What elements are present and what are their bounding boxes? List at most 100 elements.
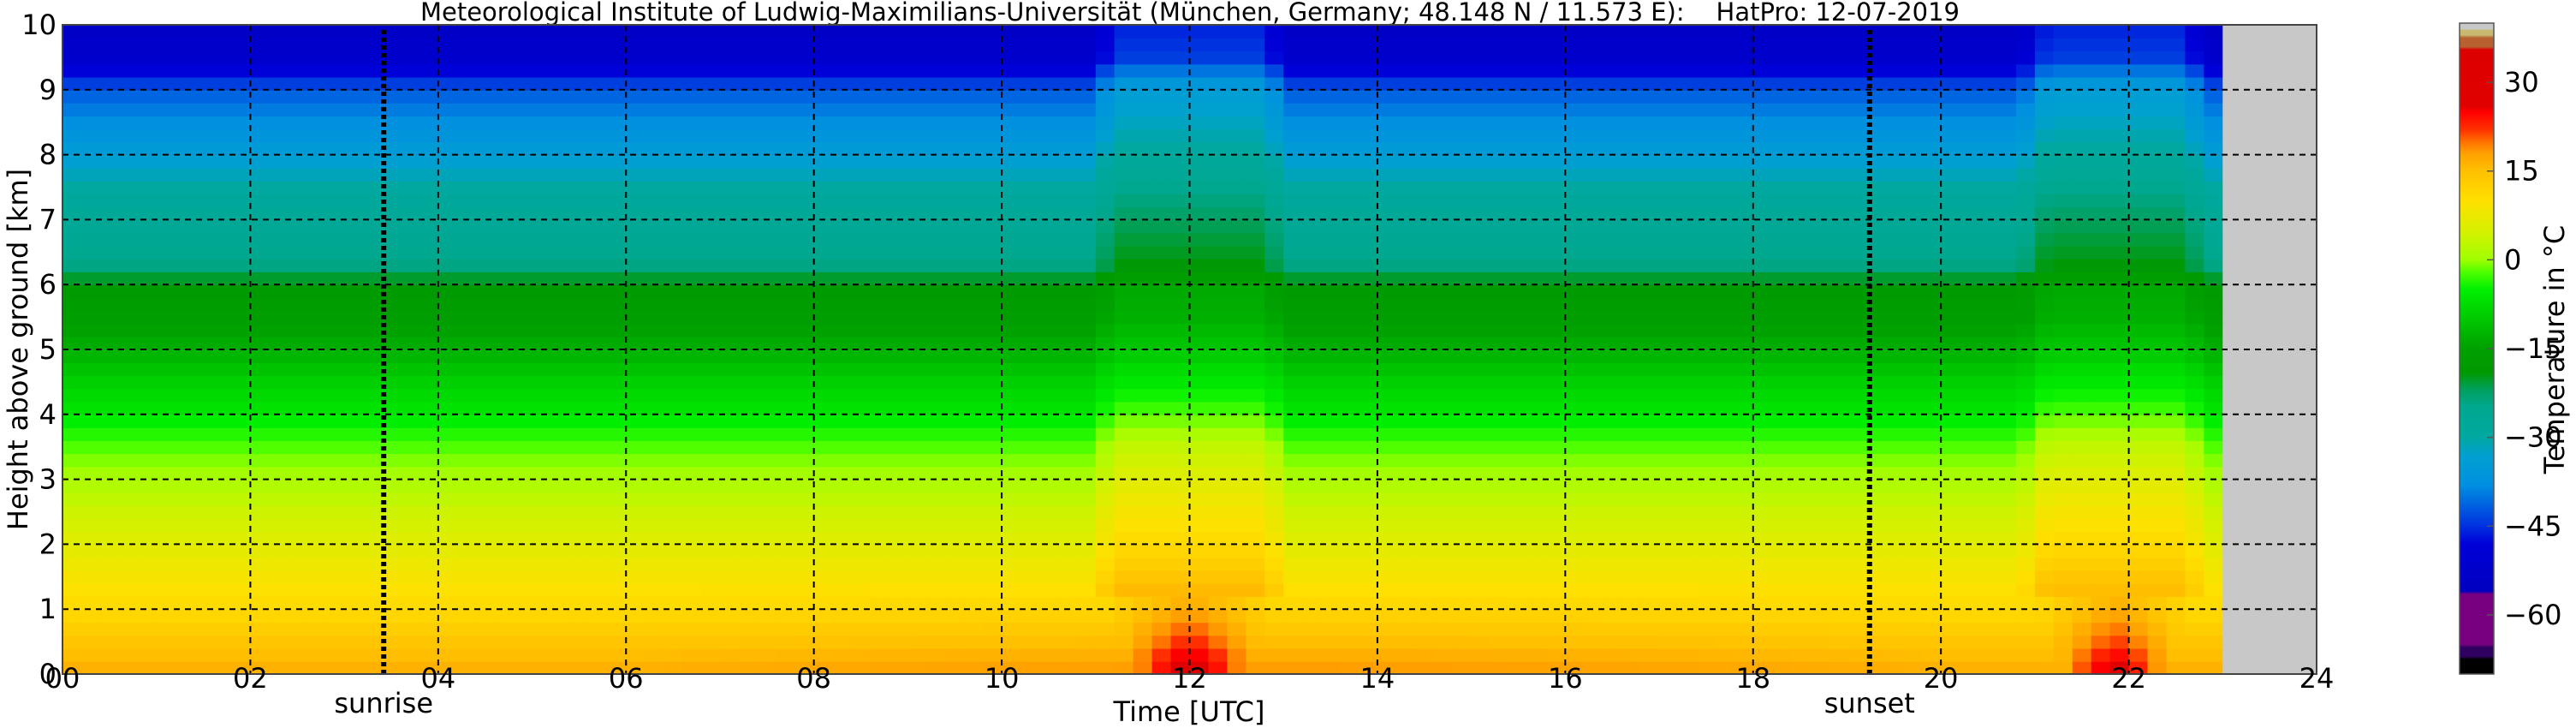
heatmap-cell <box>306 25 326 39</box>
heatmap-cell <box>437 103 458 116</box>
heatmap-cell <box>720 63 740 78</box>
heatmap-cell <box>306 219 326 234</box>
heatmap-cell <box>1020 141 1040 156</box>
heatmap-cell <box>1264 622 1284 636</box>
heatmap-cell <box>813 180 834 194</box>
heatmap-cell <box>212 375 233 390</box>
heatmap-cell <box>156 362 176 377</box>
heatmap-cell <box>1903 557 1923 571</box>
heatmap-cell <box>1321 492 1341 506</box>
heatmap-cell <box>1133 596 1153 610</box>
heatmap-cell <box>1114 128 1134 143</box>
heatmap-cell <box>1039 531 1059 546</box>
heatmap-cell <box>344 596 364 610</box>
heatmap-cell <box>80 362 101 377</box>
heatmap-cell <box>663 63 683 78</box>
heatmap-cell <box>588 453 609 468</box>
heatmap-cell <box>1752 518 1773 533</box>
heatmap-cell <box>832 258 853 272</box>
heatmap-cell <box>1452 453 1472 468</box>
heatmap-cell <box>1340 544 1359 558</box>
heatmap-cell <box>701 232 721 247</box>
heatmap-cell <box>231 544 252 558</box>
heatmap-cell <box>1020 310 1040 325</box>
heatmap-cell <box>419 38 439 52</box>
heatmap-cell <box>1603 375 1622 390</box>
heatmap-cell <box>1790 479 1811 493</box>
heatmap-cell <box>1752 504 1773 519</box>
heatmap-cell <box>720 388 740 403</box>
heatmap-cell <box>889 492 909 506</box>
heatmap-cell <box>1002 336 1021 350</box>
heatmap-cell <box>964 194 984 208</box>
heatmap-cell <box>1395 609 1416 624</box>
heatmap-cell <box>1508 141 1529 156</box>
heatmap-cell <box>269 427 289 441</box>
heatmap-cell <box>1189 622 1210 636</box>
heatmap-cell <box>1546 310 1567 325</box>
heatmap-cell <box>175 466 195 480</box>
heatmap-cell <box>720 544 740 558</box>
heatmap-cell <box>1076 375 1097 390</box>
heatmap-cell <box>945 544 965 558</box>
heatmap-cell <box>1095 557 1115 571</box>
heatmap-cell <box>118 504 139 519</box>
heatmap-cell <box>1114 89 1134 104</box>
heatmap-cell <box>983 544 1002 558</box>
heatmap-cell <box>1057 38 1078 52</box>
heatmap-cell <box>588 622 609 636</box>
heatmap-cell <box>794 635 815 649</box>
heatmap-cell <box>1076 504 1097 519</box>
heatmap-cell <box>1884 375 1904 390</box>
heatmap-cell <box>250 323 271 337</box>
heatmap-cell <box>62 128 82 143</box>
heatmap-cell <box>1903 25 1923 39</box>
heatmap-cell <box>1414 557 1435 571</box>
heatmap-cell <box>1302 258 1322 272</box>
heatmap-cell <box>1809 660 1829 675</box>
heatmap-cell <box>1414 388 1435 403</box>
heatmap-cell <box>964 206 984 221</box>
heatmap-cell <box>945 141 965 156</box>
heatmap-cell <box>62 635 82 649</box>
heatmap-cell <box>137 63 158 78</box>
heatmap-cell <box>1302 504 1322 519</box>
heatmap-cell <box>907 596 928 610</box>
heatmap-cell <box>1584 25 1603 39</box>
heatmap-cell <box>1847 245 1867 260</box>
heatmap-cell <box>1696 518 1716 533</box>
heatmap-cell <box>1546 427 1567 441</box>
heatmap-cell <box>1302 206 1322 221</box>
heatmap-cell <box>494 310 515 325</box>
heatmap-cell <box>926 582 946 597</box>
heatmap-cell <box>1076 180 1097 194</box>
heatmap-cell <box>1471 154 1491 169</box>
heatmap-cell <box>663 51 683 65</box>
heatmap-cell <box>607 466 627 480</box>
heatmap-cell <box>1847 401 1867 415</box>
heatmap-cell <box>588 103 609 116</box>
heatmap-cell <box>1715 375 1735 390</box>
heatmap-cell <box>720 141 740 156</box>
heatmap-cell <box>757 219 777 234</box>
heatmap-cell <box>832 272 853 285</box>
heatmap-cell <box>212 427 233 441</box>
heatmap-cell <box>964 570 984 584</box>
heatmap-cell <box>1734 582 1754 597</box>
heatmap-cell <box>62 89 82 104</box>
heatmap-cell <box>813 206 834 221</box>
heatmap-cell <box>80 38 101 52</box>
heatmap-cell <box>1189 116 1210 130</box>
heatmap-cell <box>738 38 759 52</box>
heatmap-cell <box>1527 219 1548 234</box>
heatmap-cell <box>532 245 552 260</box>
heatmap-cell <box>1414 582 1435 597</box>
heatmap-cell <box>1002 194 1021 208</box>
heatmap-cell <box>1321 375 1341 390</box>
heatmap-cell <box>1771 596 1792 610</box>
heatmap-cell <box>1302 440 1322 455</box>
heatmap-cell <box>1490 323 1510 337</box>
heatmap-cell <box>1189 167 1210 182</box>
heatmap-cell <box>1508 245 1529 260</box>
heatmap-cell <box>363 141 383 156</box>
